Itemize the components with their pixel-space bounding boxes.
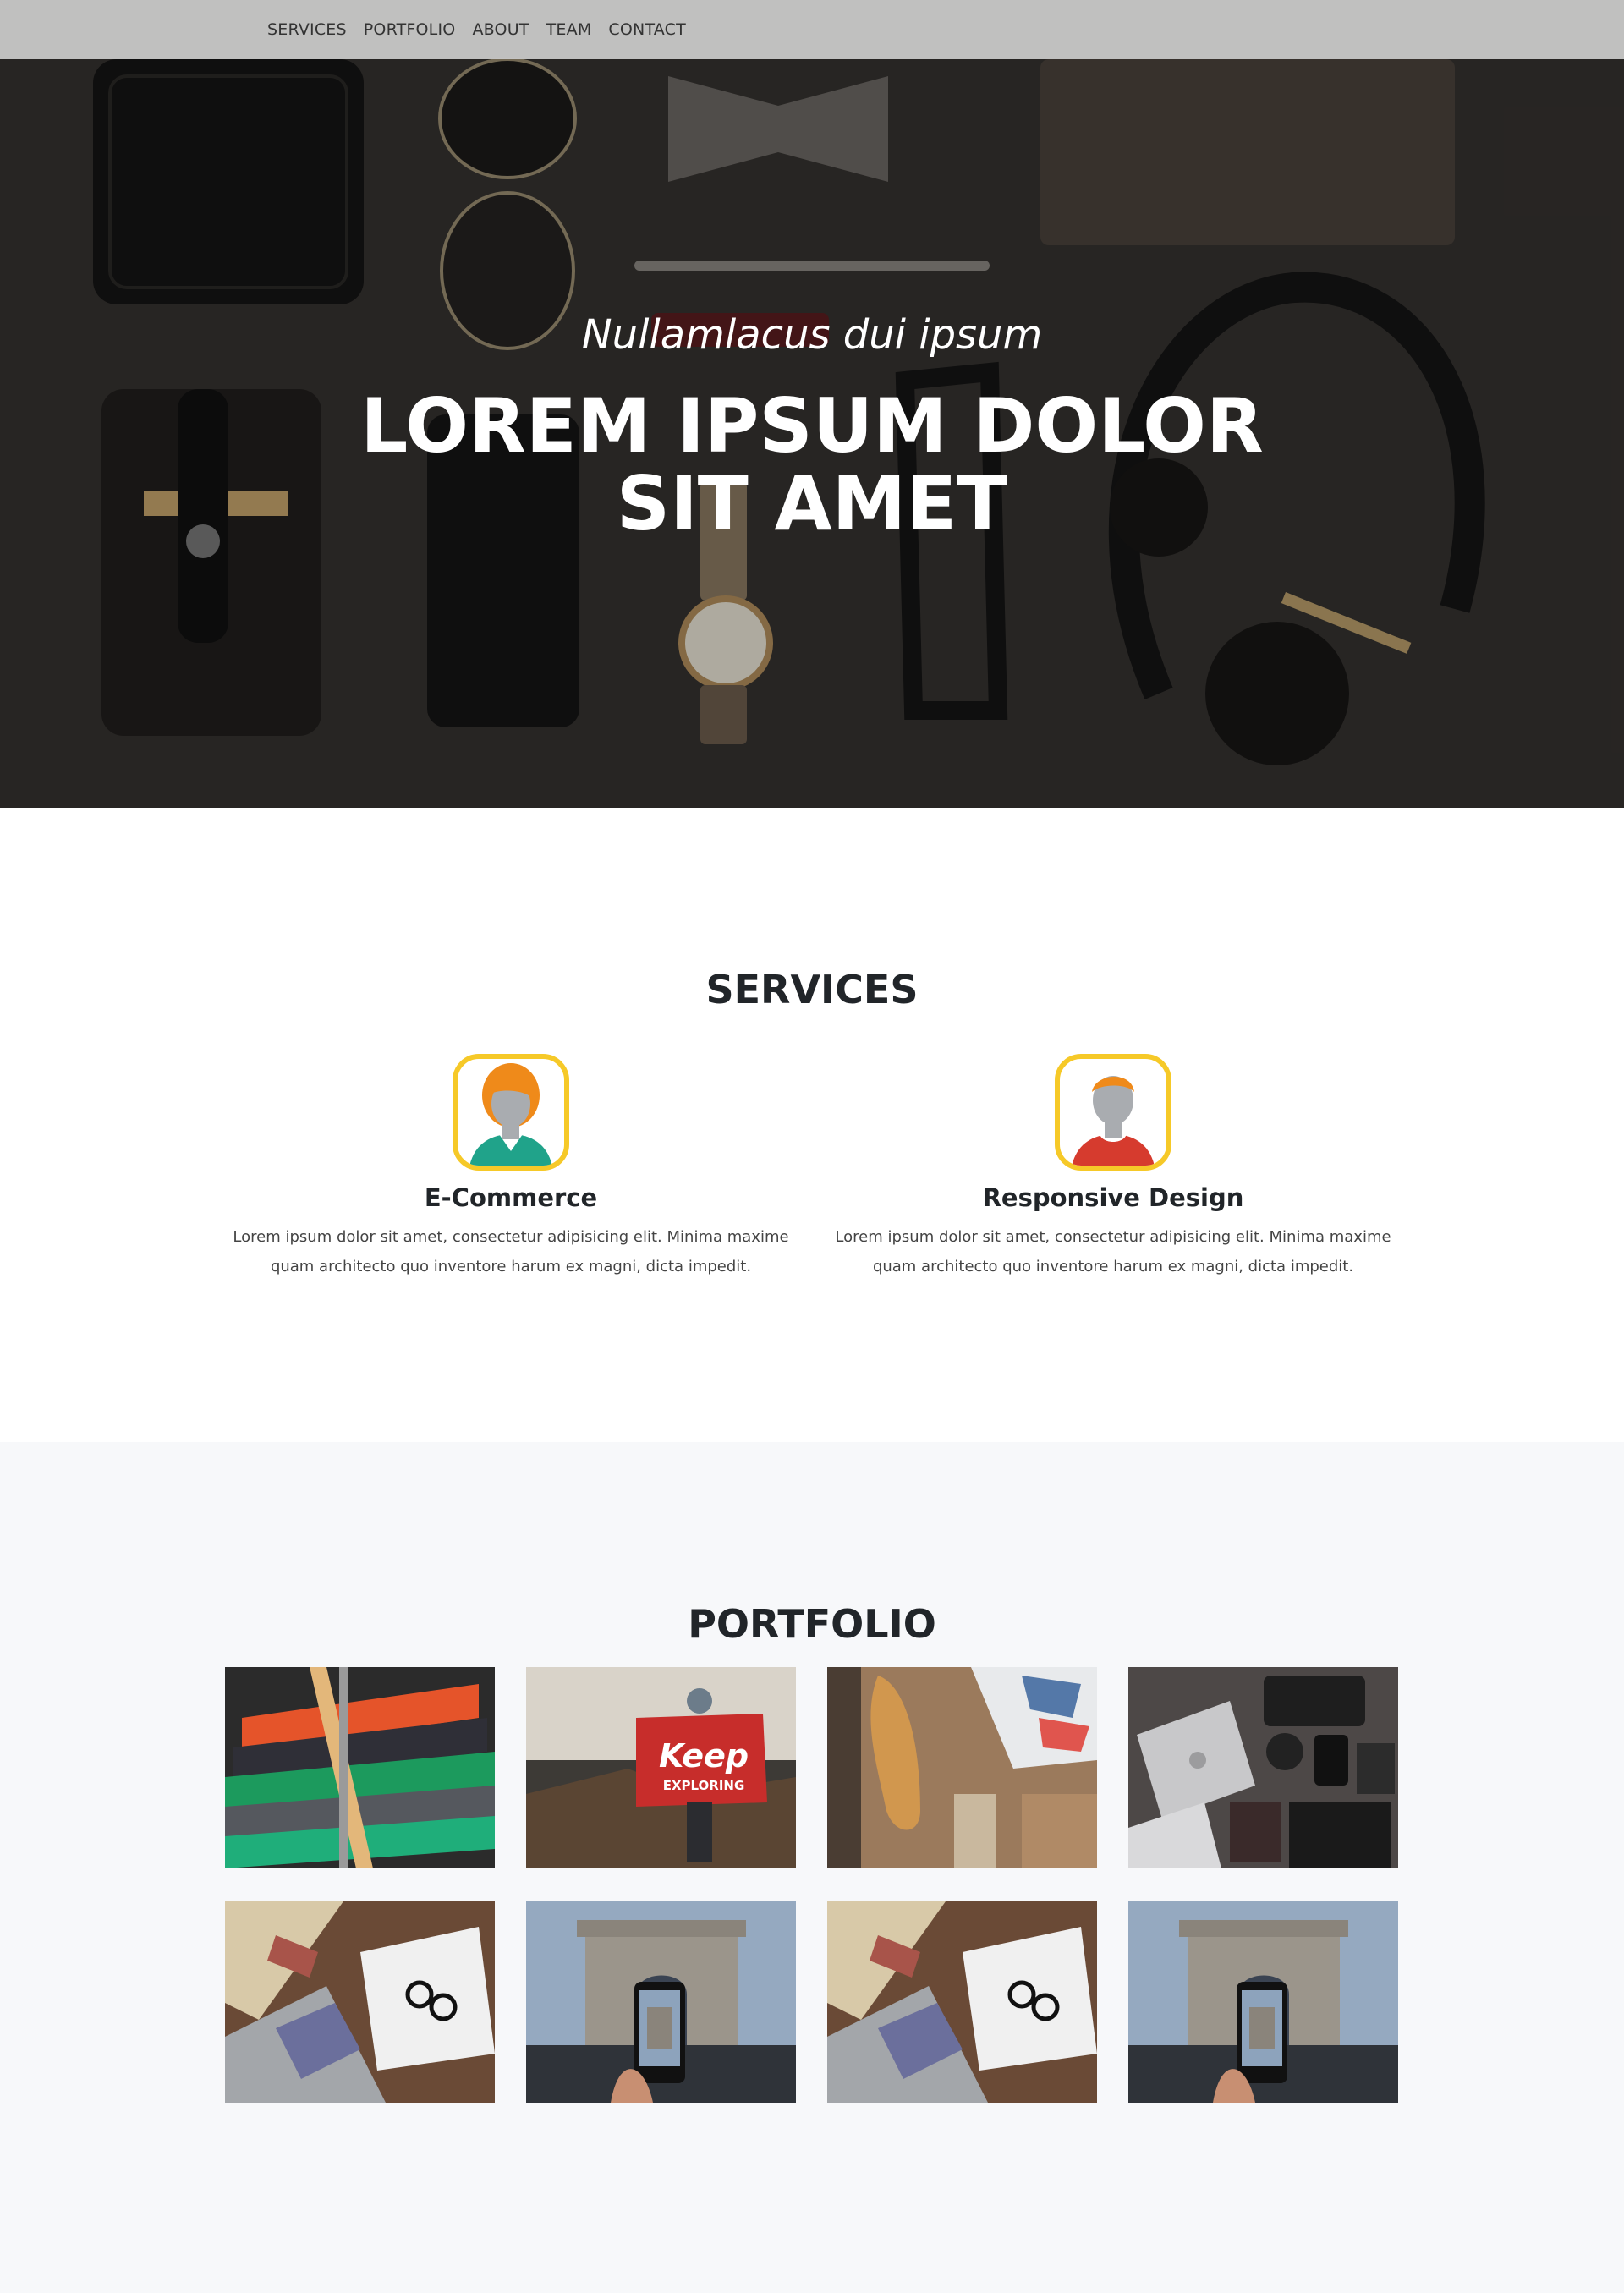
portfolio-item-5[interactable]	[225, 1901, 495, 2103]
hero-title: LOREM IPSUM DOLOR SIT AMET	[360, 382, 1264, 547]
nav-link-services[interactable]: SERVICES	[267, 20, 347, 39]
laptop-camera-flatlay-image	[1128, 1667, 1398, 1868]
portfolio-item-8[interactable]	[1128, 1901, 1398, 2103]
portfolio-item-1[interactable]	[225, 1667, 495, 1868]
nav-item-team: TEAM	[546, 20, 592, 39]
desk-laptop-glasses-image	[827, 1901, 1097, 2103]
portfolio-item-4[interactable]	[1128, 1667, 1398, 1868]
nav-item-services: SERVICES	[267, 20, 347, 39]
keep-exploring-flag-image: Keep EXPLORING	[526, 1667, 796, 1868]
services-section: SERVICES E-Commerce Lorem ipsum dolor si…	[0, 808, 1624, 1442]
exploring-text: EXPLORING	[663, 1778, 745, 1793]
portfolio-title: PORTFOLIO	[688, 1601, 936, 1647]
woman-avatar-icon	[453, 1054, 569, 1171]
top-nav: SERVICES PORTFOLIO ABOUT TEAM CONTACT	[0, 0, 1624, 59]
portfolio-section: PORTFOLIO Keep EXPLORING	[0, 1442, 1624, 2293]
nav-link-team[interactable]: TEAM	[546, 20, 592, 39]
nav-item-contact: CONTACT	[608, 20, 686, 39]
arc-de-triomphe-phone-image	[1128, 1901, 1398, 2103]
service-title: Responsive Design	[982, 1183, 1244, 1212]
shirts-on-hangers-image	[225, 1667, 495, 1868]
arc-de-triomphe-phone-image	[526, 1901, 796, 2103]
nav-item-about: ABOUT	[472, 20, 529, 39]
man-avatar-icon	[1055, 1054, 1171, 1171]
portfolio-item-6[interactable]	[526, 1901, 796, 2103]
portfolio-item-3[interactable]	[827, 1667, 1097, 1868]
shoe-lasts-workshop-image	[827, 1667, 1097, 1868]
nav-menu: SERVICES PORTFOLIO ABOUT TEAM CONTACT	[267, 0, 703, 59]
desk-laptop-glasses-image	[225, 1901, 495, 2103]
nav-link-contact[interactable]: CONTACT	[608, 20, 686, 39]
nav-link-portfolio[interactable]: PORTFOLIO	[364, 20, 456, 39]
hero-subtitle: Nullamlacus dui ipsum	[581, 311, 1043, 359]
hero-section: Nullamlacus dui ipsum LOREM IPSUM DOLOR …	[0, 0, 1624, 808]
nav-link-about[interactable]: ABOUT	[472, 20, 529, 39]
portfolio-item-2[interactable]: Keep EXPLORING	[526, 1667, 796, 1868]
keep-text: Keep	[659, 1737, 749, 1775]
services-title: SERVICES	[705, 967, 919, 1012]
nav-item-portfolio: PORTFOLIO	[364, 20, 456, 39]
service-title: E-Commerce	[424, 1183, 598, 1212]
service-description: Lorem ipsum dolor sit amet, consectetur …	[233, 1228, 789, 1275]
portfolio-item-7[interactable]	[827, 1901, 1097, 2103]
service-description: Lorem ipsum dolor sit amet, consectetur …	[835, 1228, 1391, 1275]
